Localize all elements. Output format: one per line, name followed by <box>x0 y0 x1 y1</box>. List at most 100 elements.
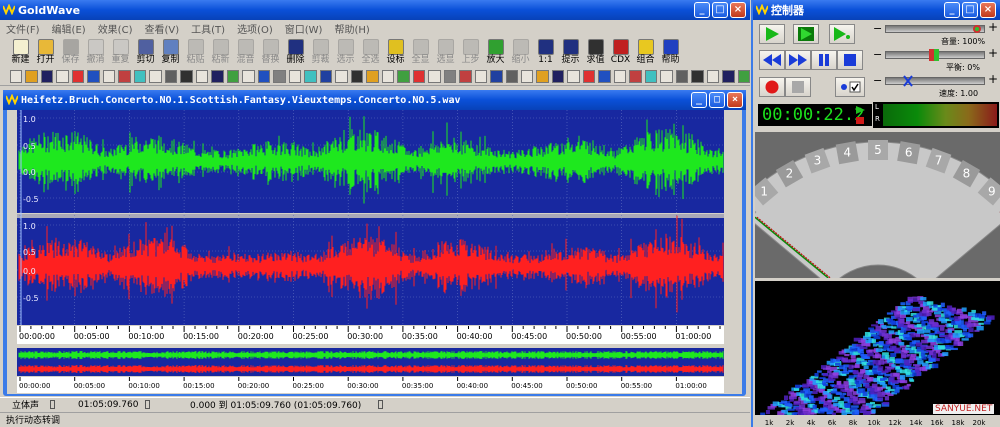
speed-slider[interactable]: − + <box>871 72 1000 88</box>
toolbar-button-17[interactable]: 选显 <box>433 38 458 68</box>
volume-minus-button[interactable]: − <box>873 22 882 35</box>
effect-tool-icon[interactable] <box>675 70 689 83</box>
effect-tool-icon[interactable] <box>520 70 534 83</box>
menu-view[interactable]: 查看(V) <box>138 21 185 36</box>
play-button[interactable] <box>759 24 785 44</box>
play-selection-button[interactable] <box>793 24 819 44</box>
control-maximize-button[interactable]: □ <box>962 2 978 18</box>
menu-effects[interactable]: 效果(C) <box>92 21 139 36</box>
effect-tool-icon[interactable] <box>737 70 751 83</box>
toolbar-button-9[interactable]: 混音 <box>233 38 258 68</box>
balance-minus-button[interactable]: − <box>873 48 882 61</box>
control-minimize-button[interactable]: _ <box>944 2 960 18</box>
effect-tool-icon[interactable] <box>428 70 441 83</box>
effect-tool-icon[interactable] <box>551 70 565 83</box>
toolbar-button-16[interactable]: 全显 <box>408 38 433 68</box>
menu-file[interactable]: 文件(F) <box>0 21 46 36</box>
effect-tool-icon[interactable] <box>691 70 704 83</box>
effect-tool-icon[interactable] <box>443 70 457 83</box>
toolbar-button-6[interactable]: 复制 <box>158 38 183 68</box>
effect-tool-icon[interactable] <box>25 70 38 83</box>
effect-tool-icon[interactable] <box>412 70 426 83</box>
effect-tool-icon[interactable] <box>582 70 596 83</box>
toolbar-button-26[interactable]: 帮助 <box>658 38 683 68</box>
effect-tool-icon[interactable] <box>56 70 69 83</box>
toolbar-button-8[interactable]: 粘新 <box>208 38 233 68</box>
minimize-button[interactable]: _ <box>694 2 710 18</box>
effect-tool-icon[interactable] <box>102 70 116 83</box>
maximize-button[interactable]: □ <box>712 2 728 18</box>
toolbar-button-14[interactable]: 全选 <box>358 38 383 68</box>
effect-tool-icon[interactable] <box>490 70 503 83</box>
speed-thumb-icon[interactable] <box>903 75 913 87</box>
toolbar-button-2[interactable]: 保存 <box>58 38 83 68</box>
menu-tools[interactable]: 工具(T) <box>185 21 231 36</box>
effect-tool-icon[interactable] <box>304 70 317 83</box>
doc-minimize-button[interactable]: _ <box>691 92 707 108</box>
effect-tool-icon[interactable] <box>660 70 673 83</box>
effect-tool-icon[interactable] <box>195 70 209 83</box>
stop-button[interactable] <box>837 50 863 70</box>
toolbar-button-3[interactable]: 撤消 <box>83 38 108 68</box>
toolbar-button-25[interactable]: 组合 <box>633 38 658 68</box>
toolbar-button-18[interactable]: 上步 <box>458 38 483 68</box>
toolbar-button-12[interactable]: 剪裁 <box>308 38 333 68</box>
rewind-button[interactable] <box>759 50 785 70</box>
play-custom-button[interactable] <box>829 24 855 44</box>
effect-tool-icon[interactable] <box>613 70 627 83</box>
effect-tool-icon[interactable] <box>722 70 735 83</box>
effect-tool-icon[interactable] <box>335 70 348 83</box>
effect-tool-icon[interactable] <box>211 70 224 83</box>
toolbar-button-23[interactable]: 求值 <box>583 38 608 68</box>
toolbar-button-19[interactable]: 放大 <box>483 38 508 68</box>
record-stop-button[interactable] <box>785 77 811 97</box>
volume-thumb-icon[interactable] <box>971 24 983 34</box>
main-title-bar[interactable]: GoldWave _ □ × <box>0 0 750 20</box>
toolbar-button-4[interactable]: 重复 <box>108 38 133 68</box>
volume-plus-button[interactable]: + <box>988 20 998 34</box>
effect-tool-icon[interactable] <box>505 70 518 83</box>
balance-plus-button[interactable]: + <box>988 46 998 60</box>
effect-tool-icon[interactable] <box>40 70 54 83</box>
effect-tool-icon[interactable] <box>133 70 147 83</box>
effect-tool-icon[interactable] <box>598 70 611 83</box>
toolbar-button-13[interactable]: 选示 <box>333 38 358 68</box>
effect-tool-icon[interactable] <box>706 70 720 83</box>
menu-edit[interactable]: 编辑(E) <box>46 21 92 36</box>
toolbar-button-7[interactable]: 粘贴 <box>183 38 208 68</box>
doc-maximize-button[interactable]: □ <box>709 92 725 108</box>
effect-tool-icon[interactable] <box>257 70 271 83</box>
toolbar-button-15[interactable]: 设标 <box>383 38 408 68</box>
effect-tool-icon[interactable] <box>226 70 240 83</box>
pause-button[interactable] <box>811 50 837 70</box>
menu-options[interactable]: 选项(O) <box>231 21 279 36</box>
speed-plus-button[interactable]: + <box>988 72 998 86</box>
effect-tool-icon[interactable] <box>118 70 131 83</box>
effect-tool-icon[interactable] <box>180 70 193 83</box>
menu-window[interactable]: 窗口(W) <box>279 21 329 36</box>
doc-close-button[interactable]: × <box>727 92 743 108</box>
control-title-bar[interactable]: 控制器 _ □ × <box>753 0 1000 20</box>
effect-tool-icon[interactable] <box>350 70 364 83</box>
effect-tool-icon[interactable] <box>288 70 302 83</box>
effect-tool-icon[interactable] <box>629 70 642 83</box>
effect-tool-icon[interactable] <box>381 70 395 83</box>
toolbar-button-11[interactable]: 删除 <box>283 38 308 68</box>
effect-tool-icon[interactable] <box>567 70 580 83</box>
toolbar-button-1[interactable]: 打开 <box>33 38 58 68</box>
effect-tool-icon[interactable] <box>397 70 410 83</box>
toolbar-button-5[interactable]: 剪切 <box>133 38 158 68</box>
toolbar-button-22[interactable]: 提示 <box>558 38 583 68</box>
toolbar-button-20[interactable]: 缩小 <box>508 38 533 68</box>
waveform-display[interactable] <box>7 110 742 394</box>
monitor-toggle-button[interactable] <box>835 77 865 97</box>
effect-tool-icon[interactable] <box>366 70 379 83</box>
effect-tool-icon[interactable] <box>273 70 286 83</box>
speed-minus-button[interactable]: − <box>873 74 882 87</box>
effect-tool-icon[interactable] <box>536 70 549 83</box>
close-button[interactable]: × <box>730 2 746 18</box>
effect-tool-icon[interactable] <box>459 70 472 83</box>
effect-tool-icon[interactable] <box>149 70 162 83</box>
toolbar-button-24[interactable]: CDX <box>608 38 633 68</box>
effect-tool-icon[interactable] <box>319 70 333 83</box>
